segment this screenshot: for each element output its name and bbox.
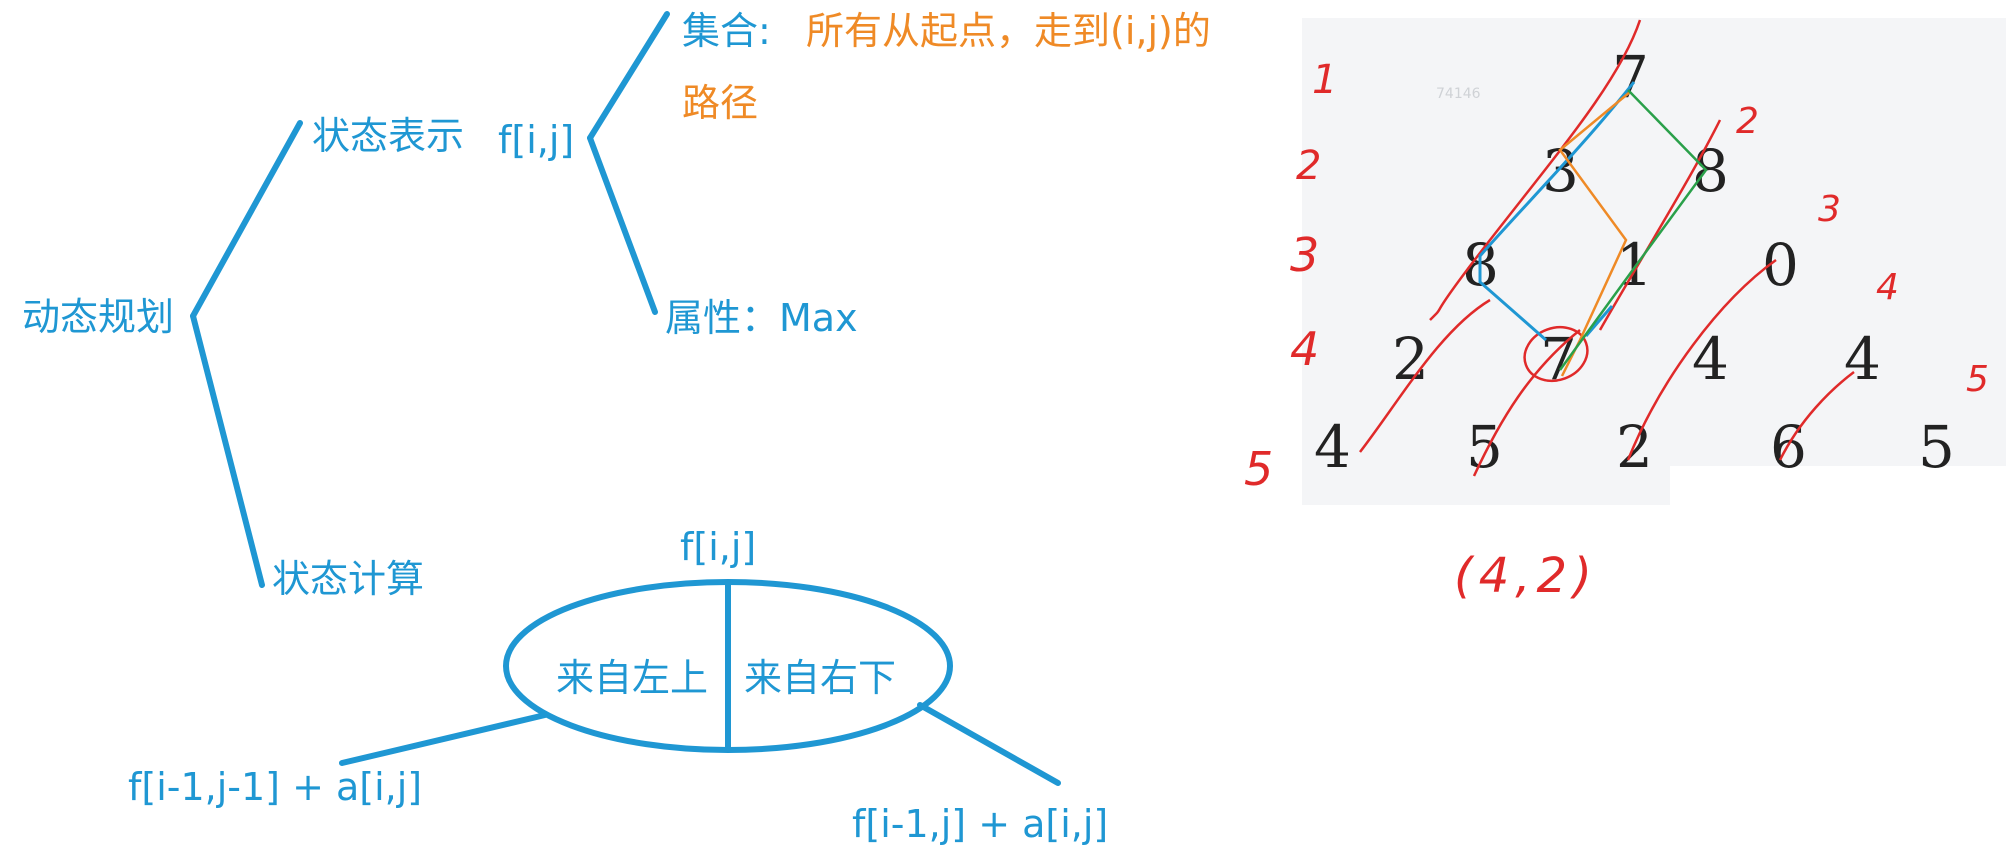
red-diag-2 [1472,329,1581,477]
row-number-5: 5 [1244,442,1274,496]
row-number-3: 3 [1290,228,1320,282]
handwritten-strokes [1359,19,1855,477]
red-main-diag [1429,19,1642,321]
red-diag-3 [1626,258,1777,461]
diag-number-2: 2 [1736,101,1759,142]
diag-number-3: 3 [1818,189,1841,230]
red-diag-1 [1359,298,1491,453]
row-number-1: 1 [1312,57,1338,103]
diag-number-4: 4 [1876,267,1899,308]
row-number-4: 4 [1290,322,1320,376]
red-right-diag [1598,119,1722,331]
red-diag-4 [1778,371,1855,461]
red-circle-7 [1523,325,1589,383]
row-number-2: 2 [1296,143,1322,189]
diag-number-5: 5 [1966,359,1989,400]
coord-annotation: (4,2) [1454,548,1598,604]
